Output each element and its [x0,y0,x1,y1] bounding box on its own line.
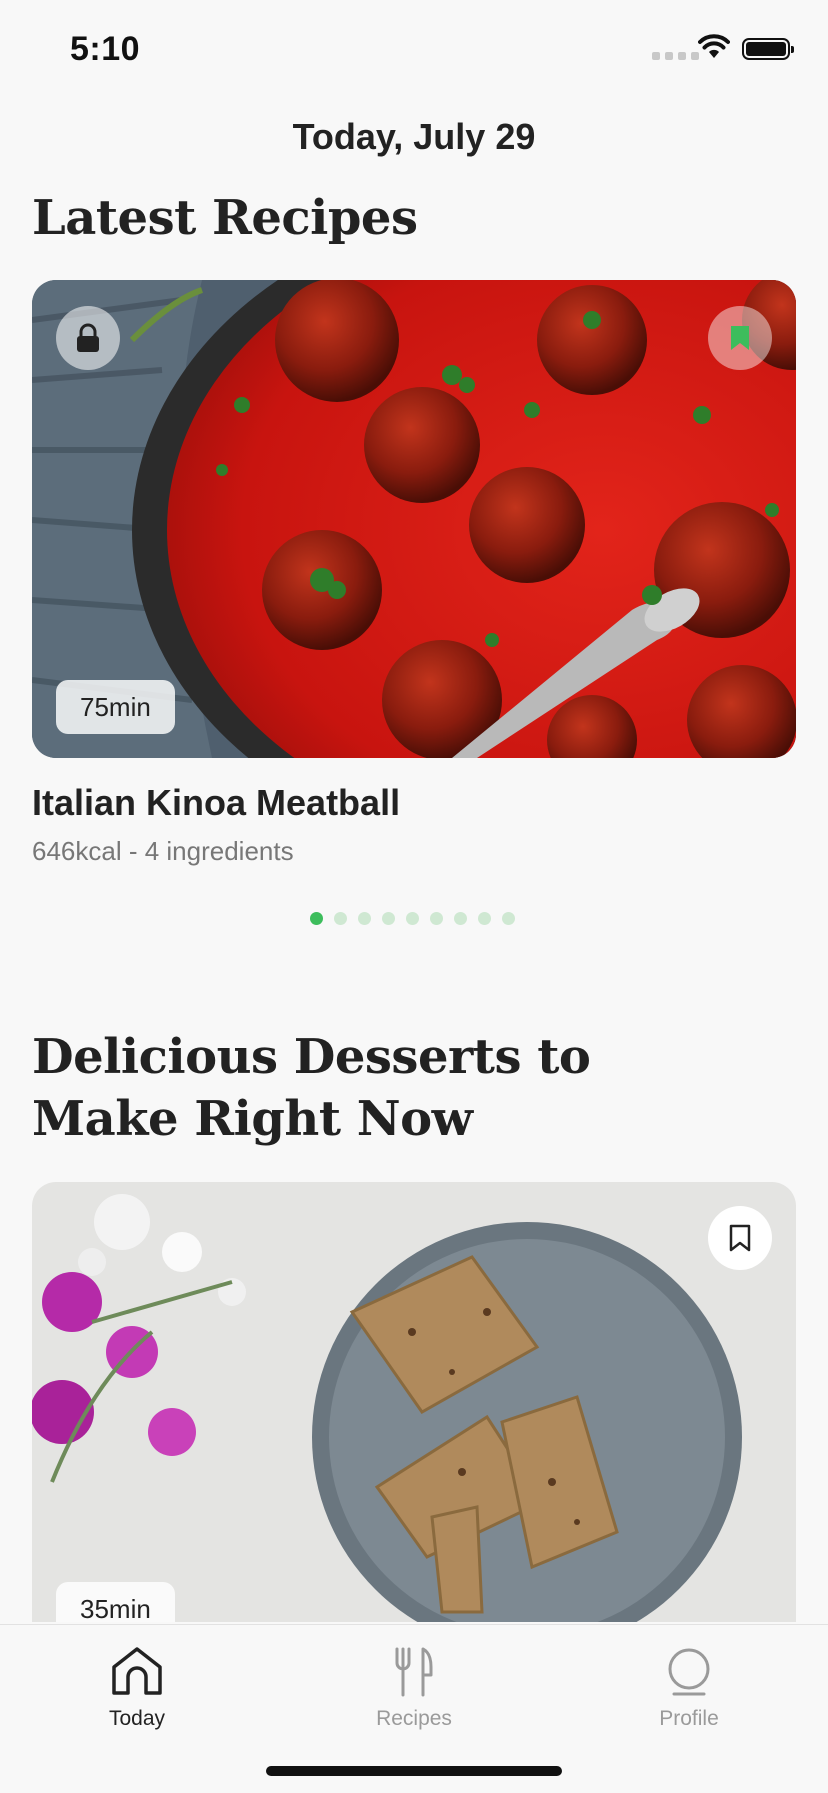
lock-icon [77,323,99,352]
pager-dot[interactable] [382,912,395,925]
tab-today[interactable]: Today [57,1641,217,1731]
tab-profile[interactable]: Profile [609,1641,769,1731]
home-icon [112,1647,162,1695]
duration-chip: 75min [56,680,175,734]
section-title-latest-recipes: Latest Recipes [32,190,418,246]
bookmark-button[interactable] [708,1206,772,1270]
date-header: Today, July 29 [292,116,536,157]
home-indicator[interactable] [266,1766,562,1776]
tab-label: Profile [659,1707,719,1730]
pager-dot[interactable] [358,912,371,925]
bookmark-outline-icon [729,1224,751,1252]
recipe-card-image[interactable]: 75min [32,280,796,758]
recipe-meta: 646kcal - 4 ingredients [32,836,294,866]
pager-dot[interactable] [478,912,491,925]
dessert-card-image[interactable]: 35min [32,1182,796,1622]
pager-dot[interactable] [334,912,347,925]
granola-bars-image [32,1182,796,1622]
lock-button[interactable] [56,306,120,370]
utensils-icon [395,1647,433,1697]
tab-label: Recipes [376,1707,452,1730]
tab-recipes[interactable]: Recipes [334,1641,494,1731]
carousel-pager[interactable] [310,912,515,925]
bookmark-filled-icon [731,326,749,350]
battery-icon [742,38,794,60]
tab-label: Today [108,1707,166,1730]
signal-icon [652,52,699,60]
pager-dot[interactable] [406,912,419,925]
section-title-desserts: Delicious Desserts to Make Right Now [32,1029,591,1147]
pager-dot[interactable] [430,912,443,925]
duration-chip: 35min [56,1582,175,1622]
status-bar: 5:10 [0,0,828,100]
pager-dot[interactable] [502,912,515,925]
pager-dot-active[interactable] [310,912,323,925]
recipe-title[interactable]: Italian Kinoa Meatball [32,782,400,824]
pager-dot[interactable] [454,912,467,925]
wifi-icon [698,34,730,58]
bookmark-button[interactable] [708,306,772,370]
status-time: 5:10 [70,30,141,68]
profile-icon [668,1648,710,1696]
